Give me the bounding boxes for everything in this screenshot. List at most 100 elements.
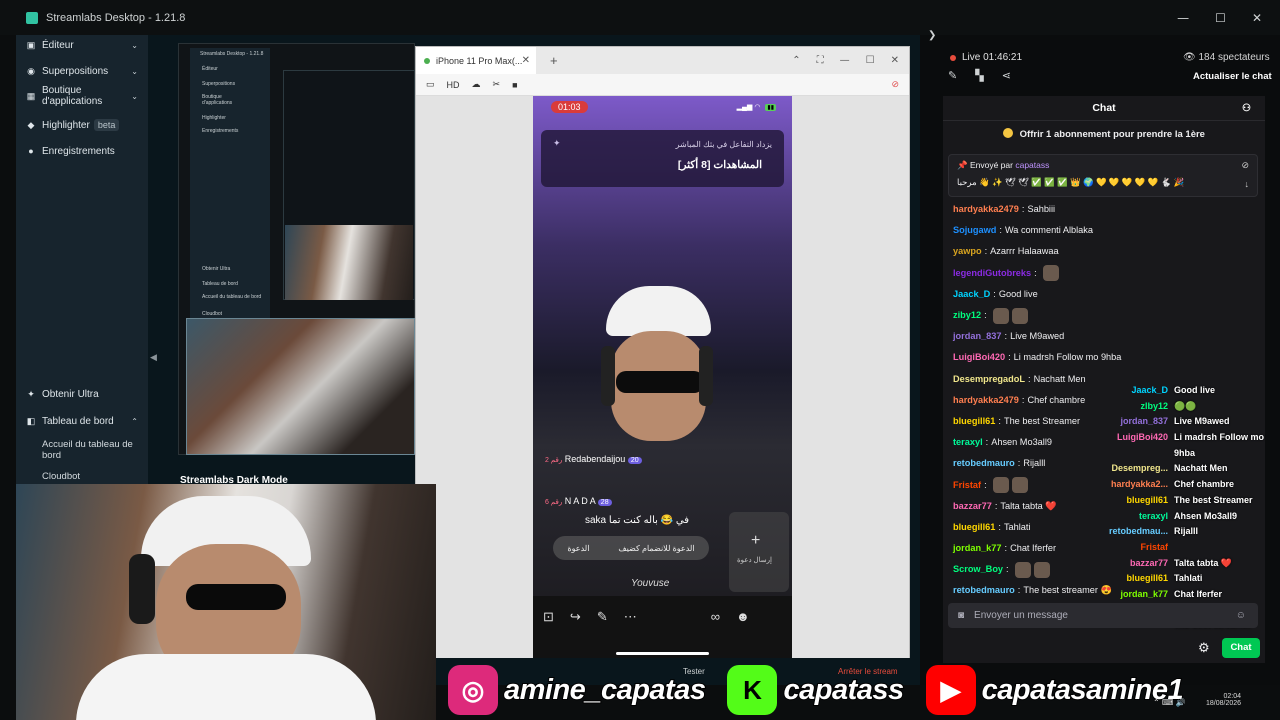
chat-username[interactable]: Sojugawd bbox=[953, 225, 996, 236]
overlay-chat-line: retobedmau... Rijalll bbox=[1098, 526, 1270, 542]
collapse-panel-icon[interactable]: ❯ bbox=[928, 30, 936, 41]
camera-icon[interactable]: ■ bbox=[512, 80, 517, 90]
fullscreen-icon[interactable]: ⛶ bbox=[817, 55, 824, 66]
dock-icon[interactable]: ▚ bbox=[975, 69, 983, 82]
collapse-sidebar-icon[interactable]: ◀ bbox=[150, 352, 157, 363]
more-icon[interactable]: ⋯ bbox=[624, 609, 637, 625]
overlay-username: bazzar77 bbox=[1129, 557, 1168, 568]
chat-message: legendiGutobreks: bbox=[953, 263, 1258, 284]
collapse-icon[interactable]: ⌃ bbox=[792, 55, 800, 66]
minimize-button[interactable]: — bbox=[1177, 11, 1189, 25]
minimize-icon[interactable]: — bbox=[840, 55, 850, 66]
screen-mode-icon[interactable]: ▭ bbox=[426, 79, 435, 90]
overlay-username: teraxyl bbox=[1138, 510, 1168, 521]
level-badge: 28 bbox=[597, 499, 612, 506]
close-icon[interactable]: ✕ bbox=[891, 55, 899, 66]
maximize-button[interactable]: ☐ bbox=[1215, 11, 1226, 25]
chat-username[interactable]: DesempregadoL bbox=[953, 374, 1025, 385]
kick-icon: K bbox=[727, 665, 778, 715]
sidebar-item-label: Obtenir Ultra bbox=[42, 388, 99, 400]
chat-username[interactable]: jordan_837 bbox=[953, 331, 1002, 342]
send-chat-button[interactable]: Chat bbox=[1222, 638, 1260, 658]
chevron-down-icon: ⌄ bbox=[131, 40, 138, 50]
chat-username[interactable]: hardyakka2479 bbox=[953, 204, 1019, 215]
add-guest-box[interactable]: + إرسال دعوة bbox=[729, 512, 789, 592]
gear-icon[interactable]: ⚙ bbox=[1198, 640, 1210, 656]
cloud-icon[interactable]: ☁ bbox=[472, 79, 481, 90]
chat-message: yawpo: Azarrr Halaawaa bbox=[953, 241, 1258, 262]
sidebar-item-appstore[interactable]: ▦ Boutique d'applications ⌄ bbox=[16, 83, 148, 109]
gift-sub-banner[interactable]: Offrir 1 abonnement pour prendre la 1ère bbox=[943, 128, 1265, 140]
disconnect-icon[interactable]: ⊘ bbox=[891, 79, 899, 90]
chat-username[interactable]: bazzar77 bbox=[953, 501, 992, 512]
gift-sub-label: Offrir 1 abonnement pour prendre la 1ère bbox=[1019, 129, 1205, 140]
close-tab-icon[interactable]: ✕ bbox=[522, 55, 530, 66]
overlay-chat-line: teraxyl Ahsen Mo3all9 bbox=[1098, 511, 1270, 527]
sidebar-item-recordings[interactable]: ● Enregistrements bbox=[16, 141, 148, 161]
overlay-chat-line: hardyakka2... Chef chambre bbox=[1098, 479, 1270, 495]
social-banner: ◎ amine_capatas Kcapatass ▶ capatasamine1 bbox=[448, 660, 1280, 720]
preview-mini-item: Tableau de bord bbox=[202, 281, 238, 287]
notification-card[interactable]: ✦ يزداد التفاعل في بثك المباشر المشاهدات… bbox=[541, 130, 784, 187]
chat-username[interactable]: LuigiBoi420 bbox=[953, 352, 1005, 363]
chat-username[interactable]: legendiGutobreks bbox=[953, 268, 1031, 279]
sidebar-item-ultra[interactable]: ✦ Obtenir Ultra bbox=[16, 384, 148, 404]
emoji-icon[interactable]: ☺ bbox=[1236, 610, 1246, 621]
sidebar-item-label: Superpositions bbox=[42, 65, 109, 77]
share-icon[interactable]: ⋖ bbox=[1002, 69, 1011, 82]
chat-text: Wa commenti Alblaka bbox=[1004, 225, 1093, 236]
chat-username[interactable]: yawpo bbox=[953, 246, 982, 257]
overlay-chat-line: zlby12 🟢🟢 bbox=[1098, 401, 1270, 417]
comment-user: N A D A bbox=[564, 496, 596, 506]
sidebar-item-overlays[interactable]: ◉ Superpositions ⌄ bbox=[16, 61, 148, 81]
sidebar-subitem-cloudbot[interactable]: Cloudbot bbox=[16, 471, 80, 482]
chat-username[interactable]: retobedmauro bbox=[953, 585, 1015, 596]
chat-username[interactable]: ziby12 bbox=[953, 310, 981, 321]
chat-username[interactable]: bluegill61 bbox=[953, 416, 995, 427]
chat-message-input[interactable]: ◙ Envoyer un message ☺ bbox=[948, 603, 1258, 628]
sidebar-item-highlighter[interactable]: ◆ Highlighter beta bbox=[16, 115, 148, 135]
edit-icon[interactable]: ✎ bbox=[597, 609, 608, 625]
maximize-icon[interactable]: ☐ bbox=[866, 55, 875, 66]
sidebar-subitem-dashboard-home[interactable]: Accueil du tableau de bord bbox=[16, 439, 136, 461]
link-icon[interactable]: ∞ bbox=[711, 609, 720, 624]
overlay-username: Desempreg... bbox=[1111, 463, 1168, 474]
chat-username[interactable]: Jaack_D bbox=[953, 289, 990, 300]
chat-colon: : bbox=[1028, 373, 1031, 384]
preview-mini-item: Enregistrements bbox=[202, 128, 239, 134]
comment-user: Redabendaijou bbox=[564, 454, 626, 464]
chat-text: Sahbiii bbox=[1027, 204, 1056, 215]
sidebar-item-dashboard[interactable]: ◧ Tableau de bord ⌃ bbox=[16, 411, 148, 431]
share-icon[interactable]: ↪ bbox=[570, 609, 581, 625]
chat-username[interactable]: Scrow_Boy bbox=[953, 564, 1003, 575]
chat-colon: : bbox=[1006, 564, 1009, 575]
scissors-icon[interactable]: ✂ bbox=[493, 79, 501, 90]
chat-username[interactable]: retobedmauro bbox=[953, 458, 1015, 469]
guests-icon[interactable]: ☻ bbox=[736, 609, 750, 624]
sidebar-item-editor[interactable]: ▣ Éditeur ⌄ bbox=[16, 35, 148, 55]
overlay-text: Tahlati bbox=[1174, 573, 1203, 584]
chat-text: Ahsen Mo3all9 bbox=[991, 437, 1052, 448]
chat-settings-icon[interactable]: ◙ bbox=[958, 610, 964, 621]
quality-icon[interactable]: HD bbox=[447, 80, 460, 90]
chat-username[interactable]: hardyakka2479 bbox=[953, 395, 1019, 406]
chat-username[interactable]: teraxyl bbox=[953, 437, 983, 448]
comment-icon[interactable]: ⊡ bbox=[543, 609, 554, 625]
chat-title: Chat bbox=[1092, 102, 1116, 114]
chat-colon: : bbox=[998, 521, 1001, 532]
users-icon[interactable]: ⚇ bbox=[1242, 103, 1251, 114]
preview-camera-source[interactable] bbox=[186, 318, 415, 455]
pencil-icon[interactable]: ✎ bbox=[948, 69, 957, 82]
new-tab-icon[interactable]: + bbox=[550, 53, 558, 68]
phone-window-tab[interactable]: iPhone 11 Pro Max(... ✕ bbox=[416, 47, 536, 74]
window-title: Streamlabs Desktop - 1.21.8 bbox=[46, 11, 186, 24]
invite-guest-bar[interactable]: الدعوة للانضمام كضيف الدعوة bbox=[553, 536, 709, 560]
chat-username[interactable]: bluegill61 bbox=[953, 522, 995, 533]
chat-message: Jaack_D: Good live bbox=[953, 284, 1258, 305]
refresh-chat-link[interactable]: Actualiser le chat bbox=[1193, 71, 1272, 82]
scroll-down-icon[interactable]: ↓ bbox=[1245, 179, 1250, 189]
chat-username[interactable]: Fristaf bbox=[953, 480, 981, 491]
chat-username[interactable]: jordan_k77 bbox=[953, 543, 1002, 554]
close-button[interactable]: ✕ bbox=[1252, 11, 1262, 25]
unpin-icon[interactable]: ⊘ bbox=[1241, 160, 1249, 171]
